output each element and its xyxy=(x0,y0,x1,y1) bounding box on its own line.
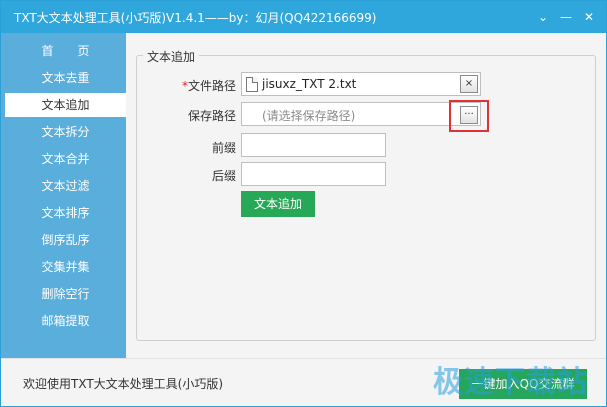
group-title: 文本追加 xyxy=(143,48,200,65)
browse-save-path-button[interactable]: ··· xyxy=(460,106,478,124)
sidebar: 首 页 文本去重 文本追加 文本拆分 文本合并 文本过滤 文本排序 倒序乱序 交… xyxy=(1,33,126,358)
clear-file-button[interactable]: × xyxy=(460,75,478,93)
window-title: TXT大文本处理工具(小巧版)V1.4.1——by：幻月(QQ422166699… xyxy=(14,11,377,25)
prefix-input[interactable] xyxy=(241,133,386,157)
sidebar-item-remove-blank[interactable]: 删除空行 xyxy=(5,282,126,306)
main-content: 文本追加 *文件路径 jisuxz_TXT 2.txt × 保存路径 (请选择保… xyxy=(126,33,606,358)
sidebar-item-email-extract[interactable]: 邮箱提取 xyxy=(5,309,126,333)
sidebar-item-merge[interactable]: 文本合并 xyxy=(5,147,126,171)
app-window: TXT大文本处理工具(小巧版)V1.4.1——by：幻月(QQ422166699… xyxy=(0,0,607,407)
sidebar-item-home[interactable]: 首 页 xyxy=(5,39,126,63)
file-path-field[interactable]: jisuxz_TXT 2.txt xyxy=(241,72,481,96)
suffix-label: 后缀 xyxy=(211,169,236,183)
save-path-label: 保存路径 xyxy=(187,109,236,123)
save-path-placeholder: (请选择保存路径) xyxy=(262,109,356,123)
minimize-icon[interactable]: — xyxy=(556,7,576,27)
join-qq-group-button[interactable]: 一键加入QQ交流群 xyxy=(459,369,587,399)
title-bar[interactable]: TXT大文本处理工具(小巧版)V1.4.1——by：幻月(QQ422166699… xyxy=(1,1,606,33)
sidebar-item-reverse-shuffle[interactable]: 倒序乱序 xyxy=(5,228,126,252)
sidebar-item-dedupe[interactable]: 文本去重 xyxy=(5,66,126,90)
prefix-label: 前缀 xyxy=(211,141,236,155)
append-text-button[interactable]: 文本追加 xyxy=(241,191,315,217)
chevron-down-icon[interactable]: ⌄ xyxy=(533,7,553,27)
close-icon[interactable]: ✕ xyxy=(579,7,599,27)
status-text: 欢迎使用TXT大文本处理工具(小巧版) xyxy=(23,377,224,391)
sidebar-item-sort[interactable]: 文本排序 xyxy=(5,201,126,225)
file-path-label: *文件路径 xyxy=(116,77,236,94)
suffix-input[interactable] xyxy=(241,162,386,186)
file-path-label-text: 文件路径 xyxy=(187,79,236,93)
file-icon xyxy=(246,77,258,92)
status-bar: 欢迎使用TXT大文本处理工具(小巧版) 一键加入QQ交流群 xyxy=(1,358,606,406)
sidebar-item-intersect-union[interactable]: 交集并集 xyxy=(5,255,126,279)
append-group xyxy=(136,55,596,341)
sidebar-item-filter[interactable]: 文本过滤 xyxy=(5,174,126,198)
file-path-value: jisuxz_TXT 2.txt xyxy=(262,77,357,91)
save-path-field[interactable]: (请选择保存路径) xyxy=(241,102,481,126)
sidebar-item-append[interactable]: 文本追加 xyxy=(5,93,126,117)
sidebar-item-split[interactable]: 文本拆分 xyxy=(5,120,126,144)
